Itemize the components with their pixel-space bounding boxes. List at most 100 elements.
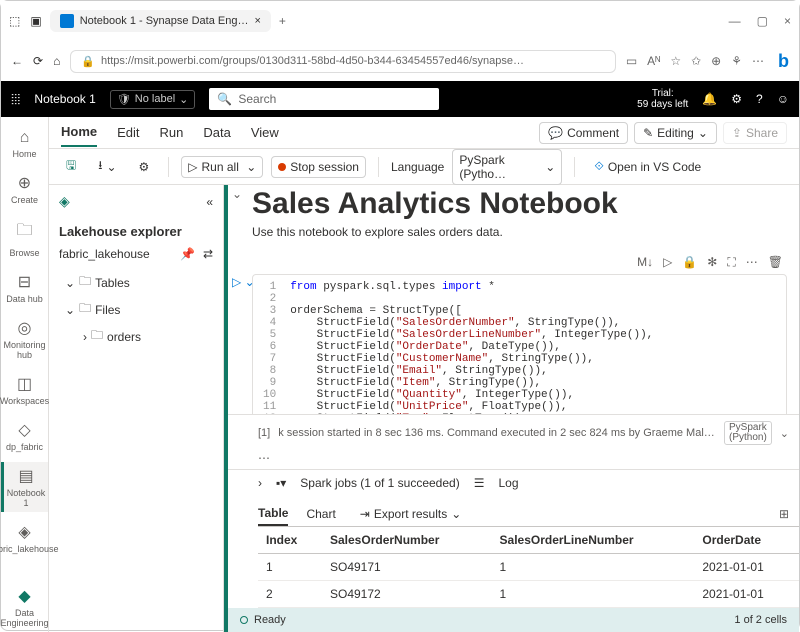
result-table: Index SalesOrderNumber SalesOrderLineNum…	[258, 526, 799, 608]
code-cell[interactable]: 1 2 3 4 5 6 7 8 9 10 11 12 13 14 15 16 f…	[252, 274, 787, 414]
tab-data[interactable]: Data	[203, 119, 230, 146]
export-results-button[interactable]: ⇥Export results⌄	[360, 507, 461, 521]
text-size-icon[interactable]: Aᴺ	[647, 54, 660, 68]
new-tab-icon[interactable]: +	[279, 14, 286, 28]
tab-edit[interactable]: Edit	[117, 119, 139, 146]
col-od[interactable]: OrderDate	[694, 527, 799, 554]
notebook-name[interactable]: Notebook 1	[34, 92, 95, 106]
refresh-lh-icon[interactable]: ⇄	[203, 247, 213, 261]
lakehouse-item[interactable]: fabric_lakehouse 📌 ⇄	[49, 243, 223, 265]
sensitivity-label[interactable]: 🛡 No label ⌄	[110, 90, 196, 109]
log-link[interactable]: Log	[498, 476, 518, 490]
favorite-icon[interactable]: ☆	[670, 54, 681, 68]
close-tab-icon[interactable]: ×	[254, 15, 260, 27]
table-row[interactable]: 1 SO49171 1 2021-01-01	[258, 554, 799, 581]
col-index[interactable]: Index	[258, 527, 322, 554]
files-node[interactable]: ⌄🗀Files	[65, 296, 223, 323]
open-vscode-button[interactable]: ⟐Open in VS Code	[587, 155, 708, 178]
cell-toolbar: M↓ ▷ 🔒 ✻ ⛶ ⋯ 🗑	[252, 251, 787, 274]
notifications-icon[interactable]: 🔔	[702, 92, 717, 106]
rail-dpfabric[interactable]: ◇dp_fabric	[1, 416, 48, 456]
shield-icon: 🛡	[117, 93, 131, 106]
freeze-cell-button[interactable]: ✻	[707, 255, 717, 270]
settings-icon[interactable]: ⚙	[731, 92, 742, 106]
result-tab-chart[interactable]: Chart	[306, 503, 335, 525]
browser-tab[interactable]: Notebook 1 - Synapse Data Eng… ×	[50, 10, 271, 32]
save-button[interactable]: 🖫	[59, 152, 83, 181]
notebook-icon: ▤	[18, 466, 33, 486]
language-select[interactable]: PySpark (Pytho…⌄	[452, 149, 562, 185]
url-bar[interactable]: 🔒 https://msit.powerbi.com/groups/0130d3…	[70, 50, 616, 73]
left-rail: ⌂Home ⊕Create 🗀Browse ⊟Data hub ◎Monitor…	[1, 117, 49, 632]
close-window-icon[interactable]: ×	[784, 14, 791, 28]
rail-datahub[interactable]: ⊟Data hub	[1, 268, 48, 308]
help-icon[interactable]: ?	[756, 92, 763, 106]
code-content[interactable]: from pyspark.sql.types import * orderSch…	[290, 281, 782, 414]
col-soln[interactable]: SalesOrderLineNumber	[492, 527, 695, 554]
workspace-icon[interactable]: ⬚	[9, 14, 20, 28]
tabs-icon[interactable]: ▣	[30, 14, 41, 28]
download-button[interactable]: ⭳⌄	[91, 152, 123, 181]
back-icon[interactable]: ←	[11, 54, 23, 68]
run-cell-button[interactable]: ▷	[663, 255, 672, 270]
comment-button[interactable]: 💬Comment	[539, 122, 628, 144]
share-button[interactable]: ⇪Share	[723, 122, 787, 144]
status-bar: Ready 1 of 2 cells	[228, 608, 799, 632]
home-icon[interactable]: ⌂	[53, 54, 60, 68]
search-input[interactable]: 🔍 Search	[209, 88, 439, 110]
expand-spark-icon[interactable]: ›	[258, 476, 262, 490]
save-icon: 🖫	[66, 156, 76, 177]
collapse-explorer-icon[interactable]: «	[206, 195, 213, 209]
feedback-icon[interactable]: ☺	[777, 92, 789, 106]
gear-button[interactable]: ⚙	[132, 156, 157, 178]
result-tab-table[interactable]: Table	[258, 502, 288, 526]
collapse-cell-icon[interactable]: ⌄	[232, 187, 242, 201]
rail-lakehouse[interactable]: ◈fabric_lakehouse	[1, 518, 48, 558]
rail-persona[interactable]: ◆Data Engineering	[1, 582, 48, 632]
more-icon[interactable]: ⋯	[752, 54, 764, 68]
tab-home[interactable]: Home	[61, 118, 97, 147]
more-cell-button[interactable]: ⋯	[746, 255, 758, 270]
refresh-icon[interactable]: ⟳	[33, 54, 43, 68]
minimize-icon[interactable]: —	[729, 14, 741, 28]
tables-node[interactable]: ⌄🗀Tables	[65, 269, 223, 296]
folder-icon: 🗀	[91, 326, 103, 347]
read-aloud-icon[interactable]: ▭	[626, 54, 637, 68]
maximize-icon[interactable]: ▢	[757, 14, 768, 28]
pin-icon[interactable]: 📌	[180, 247, 195, 261]
run-all-button[interactable]: ▷Run all ⌄	[181, 156, 263, 178]
delete-cell-button[interactable]: 🗑	[768, 255, 783, 270]
orders-node[interactable]: ›🗀orders	[83, 323, 223, 350]
lakehouse-icon: ◈	[18, 522, 30, 542]
collections-icon[interactable]: ⊕	[711, 54, 721, 68]
rail-workspaces[interactable]: ◫Workspaces	[1, 370, 48, 410]
bing-icon[interactable]: b	[778, 51, 789, 72]
data-hub-icon: ⊟	[18, 272, 31, 292]
tab-run[interactable]: Run	[160, 119, 184, 146]
table-row[interactable]: 2 SO49172 1 2021-01-01	[258, 581, 799, 608]
favorites-bar-icon[interactable]: ✩	[691, 54, 701, 68]
col-son[interactable]: SalesOrderNumber	[322, 527, 492, 554]
editing-button[interactable]: ✎Editing⌄	[634, 122, 717, 144]
tab-view[interactable]: View	[251, 119, 279, 146]
data-engineering-icon: ◆	[18, 586, 30, 606]
spark-jobs-row: › ▪▾ Spark jobs (1 of 1 succeeded) ☰ Log	[228, 469, 799, 496]
workspace-item-icon: ◇	[18, 420, 30, 440]
collapse-output-icon[interactable]: ⌄	[780, 427, 789, 440]
extensions-icon[interactable]: ⚘	[731, 54, 742, 68]
rail-notebook[interactable]: ▤Notebook 1	[1, 462, 48, 512]
stop-session-button[interactable]: Stop session	[271, 156, 366, 178]
fullscreen-cell-button[interactable]: ⛶	[727, 255, 735, 270]
run-cell-gutter[interactable]: ▷ ⌄	[232, 275, 255, 289]
rail-monitor[interactable]: ◎Monitoring hub	[1, 314, 48, 364]
rail-create[interactable]: ⊕Create	[1, 169, 48, 209]
table-settings-icon[interactable]: ⊞	[779, 507, 789, 521]
convert-md-button[interactable]: M↓	[637, 255, 653, 270]
output-ellipsis[interactable]: ⋯	[228, 451, 799, 469]
waffle-icon[interactable]: ⦙⦙⦙	[11, 91, 20, 108]
rail-browse[interactable]: 🗀Browse	[1, 215, 48, 262]
lock-cell-button[interactable]: 🔒	[682, 255, 697, 270]
workspaces-icon: ◫	[17, 374, 32, 394]
play-icon: ▷	[188, 160, 197, 174]
rail-home[interactable]: ⌂Home	[1, 125, 48, 163]
